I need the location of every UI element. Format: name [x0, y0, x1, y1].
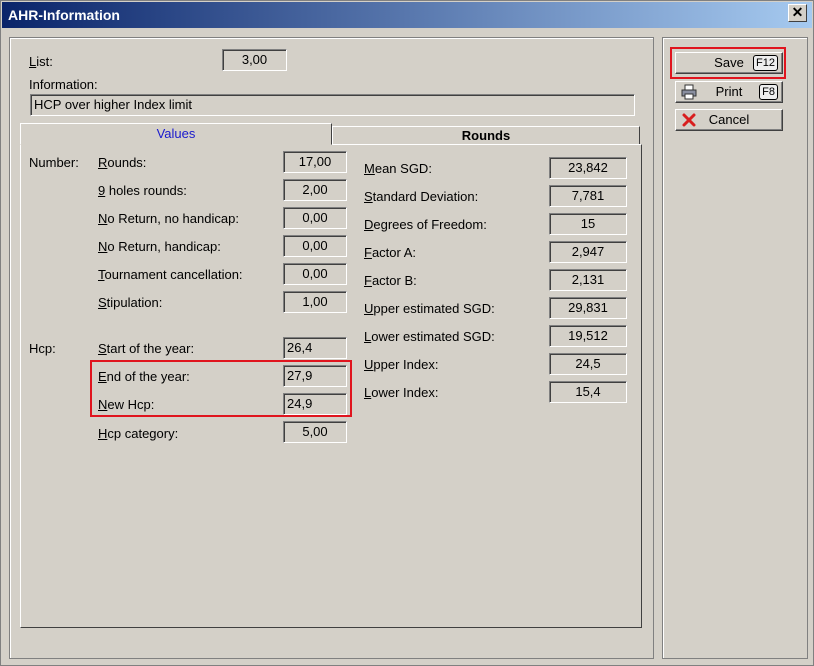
factor-a-label: Factor A:: [364, 245, 417, 260]
standard-deviation-field[interactable]: 7,781: [549, 185, 627, 207]
degrees-of-freedom-field[interactable]: 15: [549, 213, 627, 235]
stipulation-label: Stipulation:: [98, 295, 163, 310]
no-return-no-handicap-label: No Return, no handicap:: [98, 211, 239, 226]
nine-holes-rounds-label: 9 holes rounds:: [98, 183, 187, 198]
number-group-label: Number:: [29, 155, 79, 170]
no-return-no-handicap-field[interactable]: 0,00: [283, 207, 347, 229]
hcp-group-label: Hcp:: [29, 341, 56, 356]
lower-index-field[interactable]: 15,4: [549, 381, 627, 403]
lower-index-label: Lower Index:: [364, 385, 439, 400]
window-title: AHR-Information: [8, 7, 120, 23]
title-bar: AHR-Information: [2, 2, 812, 28]
standard-deviation-label: Standard Deviation:: [364, 189, 479, 204]
information-label: Information:: [29, 77, 98, 92]
tab-values[interactable]: Values: [20, 123, 332, 145]
hcp-category-field[interactable]: 5,00: [283, 421, 347, 443]
information-field[interactable]: HCP over higher Index limit: [30, 94, 635, 116]
rounds-field[interactable]: 17,00: [283, 151, 347, 173]
upper-estimated-sgd-label: Upper estimated SGD:: [364, 301, 495, 316]
tab-strip: Values Rounds: [20, 123, 642, 145]
mean-sgd-field[interactable]: 23,842: [549, 157, 627, 179]
factor-b-label: Factor B:: [364, 273, 417, 288]
ahr-information-dialog: AHR-Information ✕ List: 3,00 Information…: [0, 0, 814, 666]
nine-holes-rounds-field[interactable]: 2,00: [283, 179, 347, 201]
lower-estimated-sgd-label: Lower estimated SGD:: [364, 329, 495, 344]
print-button[interactable]: Print F8: [675, 81, 783, 103]
factor-b-field[interactable]: 2,131: [549, 269, 627, 291]
degrees-of-freedom-label: Degrees of Freedom:: [364, 217, 487, 232]
cancel-button-label: Cancel: [708, 112, 750, 127]
cancel-button[interactable]: Cancel: [675, 109, 783, 131]
no-return-handicap-field[interactable]: 0,00: [283, 235, 347, 257]
start-of-year-label: Start of the year:: [98, 341, 195, 356]
rounds-label: Rounds:: [98, 155, 147, 170]
upper-estimated-sgd-field[interactable]: 29,831: [549, 297, 627, 319]
lower-estimated-sgd-field[interactable]: 19,512: [549, 325, 627, 347]
stipulation-field[interactable]: 1,00: [283, 291, 347, 313]
hcp-category-label: Hcp category:: [98, 426, 179, 441]
tab-rounds[interactable]: Rounds: [332, 126, 640, 145]
tab-rounds-label: Rounds: [461, 128, 511, 143]
tab-values-label: Values: [156, 126, 196, 141]
list-field[interactable]: 3,00: [222, 49, 287, 71]
start-of-year-field[interactable]: 26,4: [283, 337, 347, 359]
factor-a-field[interactable]: 2,947: [549, 241, 627, 263]
print-shortcut-badge: F8: [759, 84, 778, 100]
no-return-handicap-label: No Return, handicap:: [98, 239, 221, 254]
close-icon[interactable]: ✕: [788, 4, 807, 22]
highlight-box-save: [670, 47, 786, 79]
highlight-box-hcp: [90, 360, 352, 417]
tournament-cancellation-field[interactable]: 0,00: [283, 263, 347, 285]
tournament-cancellation-label: Tournament cancellation:: [98, 267, 243, 282]
upper-index-label: Upper Index:: [364, 357, 439, 372]
mean-sgd-label: Mean SGD:: [364, 161, 432, 176]
upper-index-field[interactable]: 24,5: [549, 353, 627, 375]
list-label: List:: [29, 54, 53, 69]
